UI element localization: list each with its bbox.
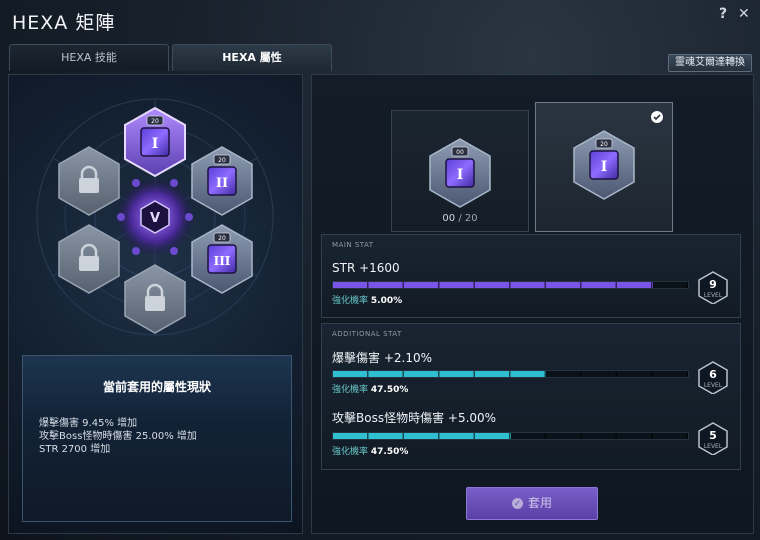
svg-text:20: 20 [218,235,226,242]
center-core: V [115,177,195,257]
hexa-matrix-window: HEXA 矩陣 ? ✕ HEXA 技能 HEXA 屬性 靈魂艾爾達轉換 V I … [0,0,760,540]
close-button[interactable]: ✕ [738,6,750,22]
additional-stat-name-1: 爆擊傷害 +2.10% [332,351,432,365]
additional-stat-1-rate: 強化機率 47.50% [332,385,409,395]
svg-text:I: I [457,167,464,183]
tab-hexa-stat[interactable]: HEXA 屬性 [172,44,332,71]
tab-hexa-skill[interactable]: HEXA 技能 [9,44,169,71]
status-line: STR 2700 增加 [39,444,111,455]
main-stat-name: STR +1600 [332,261,400,275]
main-stat-header: MAIN STAT [332,241,374,249]
apply-button[interactable]: ✓ 套用 [466,487,598,520]
hex-slot-locked-2[interactable] [58,224,120,294]
window-title: HEXA 矩陣 [12,12,116,34]
hex-slot-locked-1[interactable] [58,146,120,216]
current-stat-status-panel: 當前套用的屬性現狀 爆擊傷害 9.45% 增加 攻擊Boss怪物時傷害 25.0… [22,355,292,522]
core-count: 00 / 20 [442,213,478,224]
svg-text:I: I [601,159,608,175]
additional-stat-header: ADDITIONAL STAT [332,330,402,338]
svg-text:III: III [214,254,231,268]
svg-text:00: 00 [456,149,464,156]
check-circle-icon: ✓ [511,498,523,509]
status-title: 當前套用的屬性現狀 [102,380,211,394]
stat-core-card-selected[interactable]: I 20 [535,102,673,232]
main-stat-box: MAIN STAT STR +1600 強化機率 5.00% 9 LEVEL [321,234,741,318]
hex-grid: V I 20 II 20 III 20 [36,98,274,336]
additional-stat-2-rate: 強化機率 47.50% [332,447,409,457]
additional-stat-box: ADDITIONAL STAT 爆擊傷害 +2.10% 強化機率 47.50% … [321,323,741,470]
status-line: 爆擊傷害 9.45% 增加 [39,418,138,429]
hex-slot-stat-1[interactable]: I 20 [124,106,186,178]
main-stat-progress-bar [332,281,689,289]
checkmark-icon [651,111,663,123]
core-hex-icon: I 20 [573,111,663,200]
additional-stat-1-progress-bar [332,370,689,378]
additional-stat-1-level-badge: 6 LEVEL [696,360,730,395]
v-emblem-icon: V [150,211,160,226]
help-button[interactable]: ? [719,6,727,22]
additional-stat-name-2: 攻擊Boss怪物時傷害 +5.00% [332,411,497,425]
svg-text:II: II [216,176,228,191]
svg-text:20: 20 [151,118,159,125]
main-stat-rate: 強化機率 5.00% [332,296,403,306]
status-line: 攻擊Boss怪物時傷害 25.00% 增加 [39,431,197,442]
svg-text:20: 20 [218,157,226,164]
core-hex-icon: I 00 [429,138,491,208]
main-stat-level-badge: 9 LEVEL [696,270,730,305]
additional-stat-2-level-badge: 5 LEVEL [696,421,730,456]
hex-slot-stat-2[interactable]: II 20 [191,146,253,216]
soul-erda-convert-button[interactable]: 靈魂艾爾達轉換 [668,54,752,72]
svg-text:I: I [152,136,159,152]
hex-slot-locked-3[interactable] [124,264,186,334]
stat-core-card-unlocked[interactable]: I 00 00 / 20 [391,110,529,232]
additional-stat-2-progress-bar [332,432,689,440]
svg-text:20: 20 [600,141,608,148]
